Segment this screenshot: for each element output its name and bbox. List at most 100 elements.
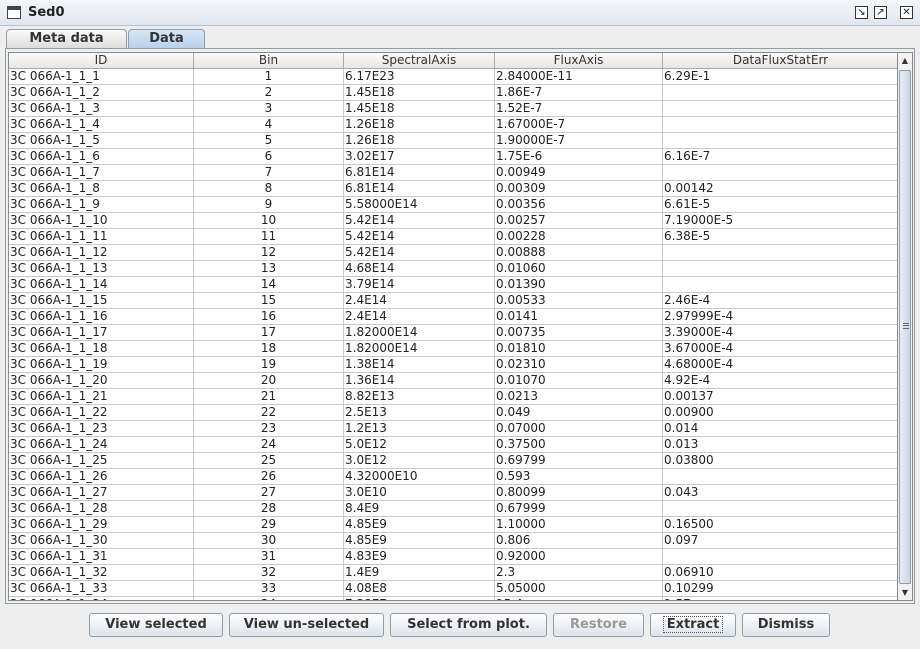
cell-flux-axis[interactable]: 0.80099	[495, 485, 663, 501]
table-row[interactable]: 3C 066A-1_1_34347.38E715.41.57	[9, 597, 897, 600]
table-row[interactable]: 3C 066A-1_1_9 9 5.58000E14 0.00356 6.61E-5	[9, 197, 897, 213]
cell-id[interactable]: 3C 066A-1_1_26	[9, 469, 194, 485]
cell-data-flux-stat-err[interactable]	[663, 245, 897, 261]
cell-id[interactable]: 3C 066A-1_1_9	[9, 197, 194, 213]
cell-data-flux-stat-err[interactable]: 0.00137	[663, 389, 897, 405]
table-row[interactable]: 3C 066A-1_1_22 22 2.5E13 0.049 0.00900	[9, 405, 897, 421]
table-row[interactable]: 3C 066A-1_1_28 28 8.4E9 0.67999	[9, 501, 897, 517]
cell-data-flux-stat-err[interactable]	[663, 261, 897, 277]
cell-flux-axis[interactable]: 0.01390	[495, 277, 663, 293]
cell-spectral-axis[interactable]: 5.42E14	[344, 245, 495, 261]
cell-spectral-axis[interactable]: 8.82E13	[344, 389, 495, 405]
cell-flux-axis[interactable]: 0.37500	[495, 437, 663, 453]
cell-flux-axis[interactable]: 0.00949	[495, 165, 663, 181]
cell-flux-axis[interactable]: 0.00888	[495, 245, 663, 261]
cell-spectral-axis[interactable]: 4.83E9	[344, 549, 495, 565]
cell-data-flux-stat-err[interactable]	[663, 549, 897, 565]
cell-spectral-axis[interactable]: 1.45E18	[344, 101, 495, 117]
table-row[interactable]: 3C 066A-1_1_25 25 3.0E12 0.69799 0.03800	[9, 453, 897, 469]
dismiss-button[interactable]: Dismiss	[742, 613, 830, 637]
cell-id[interactable]: 3C 066A-1_1_29	[9, 517, 194, 533]
cell-bin[interactable]: 28	[194, 501, 344, 517]
view-unselected-button[interactable]: View un-selected	[229, 613, 384, 637]
table-row[interactable]: 3C 066A-1_1_24 24 5.0E12 0.37500 0.013	[9, 437, 897, 453]
cell-flux-axis[interactable]: 0.593	[495, 469, 663, 485]
cell-data-flux-stat-err[interactable]	[663, 469, 897, 485]
table-row[interactable]: 3C 066A-1_1_30 30 4.85E9 0.806 0.097	[9, 533, 897, 549]
cell-flux-axis[interactable]: 0.01060	[495, 261, 663, 277]
cell-data-flux-stat-err[interactable]	[663, 85, 897, 101]
data-table[interactable]: ID Bin SpectralAxis FluxAxis DataFluxSta…	[8, 52, 898, 601]
cell-spectral-axis[interactable]: 1.26E18	[344, 117, 495, 133]
cell-id[interactable]: 3C 066A-1_1_23	[9, 421, 194, 437]
cell-bin[interactable]: 19	[194, 357, 344, 373]
cell-data-flux-stat-err[interactable]: 0.014	[663, 421, 897, 437]
cell-flux-axis[interactable]: 0.02310	[495, 357, 663, 373]
cell-bin[interactable]: 33	[194, 581, 344, 597]
cell-id[interactable]: 3C 066A-1_1_33	[9, 581, 194, 597]
cell-spectral-axis[interactable]: 1.82000E14	[344, 341, 495, 357]
cell-bin[interactable]: 11	[194, 229, 344, 245]
cell-spectral-axis[interactable]: 1.45E18	[344, 85, 495, 101]
cell-bin[interactable]: 2	[194, 85, 344, 101]
cell-bin[interactable]: 4	[194, 117, 344, 133]
cell-spectral-axis[interactable]: 2.5E13	[344, 405, 495, 421]
restore-button[interactable]: Restore	[553, 613, 644, 637]
cell-data-flux-stat-err[interactable]: 0.06910	[663, 565, 897, 581]
cell-bin[interactable]: 18	[194, 341, 344, 357]
cell-data-flux-stat-err[interactable]: 0.00142	[663, 181, 897, 197]
cell-id[interactable]: 3C 066A-1_1_15	[9, 293, 194, 309]
cell-spectral-axis[interactable]: 5.0E12	[344, 437, 495, 453]
cell-data-flux-stat-err[interactable]: 6.16E-7	[663, 149, 897, 165]
cell-id[interactable]: 3C 066A-1_1_18	[9, 341, 194, 357]
cell-spectral-axis[interactable]: 3.0E10	[344, 485, 495, 501]
cell-id[interactable]: 3C 066A-1_1_19	[9, 357, 194, 373]
cell-bin[interactable]: 27	[194, 485, 344, 501]
cell-bin[interactable]: 8	[194, 181, 344, 197]
cell-spectral-axis[interactable]: 4.32000E10	[344, 469, 495, 485]
scroll-down-icon[interactable]: ▼	[898, 586, 912, 600]
table-row[interactable]: 3C 066A-1_1_26 26 4.32000E10 0.593	[9, 469, 897, 485]
cell-spectral-axis[interactable]: 4.08E8	[344, 581, 495, 597]
cell-id[interactable]: 3C 066A-1_1_32	[9, 565, 194, 581]
cell-spectral-axis[interactable]: 4.68E14	[344, 261, 495, 277]
cell-flux-axis[interactable]: 1.67000E-7	[495, 117, 663, 133]
cell-data-flux-stat-err[interactable]: 3.67000E-4	[663, 341, 897, 357]
cell-id[interactable]: 3C 066A-1_1_10	[9, 213, 194, 229]
cell-data-flux-stat-err[interactable]: 0.03800	[663, 453, 897, 469]
cell-data-flux-stat-err[interactable]: 6.29E-1	[663, 69, 897, 85]
table-row[interactable]: 3C 066A-1_1_15 15 2.4E14 0.00533 2.46E-4	[9, 293, 897, 309]
cell-id[interactable]: 3C 066A-1_1_24	[9, 437, 194, 453]
cell-id[interactable]: 3C 066A-1_1_4	[9, 117, 194, 133]
cell-flux-axis[interactable]: 0.01810	[495, 341, 663, 357]
close-icon[interactable]: ✕	[900, 6, 913, 19]
cell-flux-axis[interactable]: 0.00735	[495, 325, 663, 341]
cell-data-flux-stat-err[interactable]: 2.46E-4	[663, 293, 897, 309]
table-row[interactable]: 3C 066A-1_1_23 23 1.2E13 0.07000 0.014	[9, 421, 897, 437]
cell-spectral-axis[interactable]: 5.42E14	[344, 229, 495, 245]
cell-flux-axis[interactable]: 0.00533	[495, 293, 663, 309]
cell-bin[interactable]: 14	[194, 277, 344, 293]
cell-flux-axis[interactable]: 1.75E-6	[495, 149, 663, 165]
cell-data-flux-stat-err[interactable]: 6.61E-5	[663, 197, 897, 213]
cell-id[interactable]: 3C 066A-1_1_8	[9, 181, 194, 197]
column-header-spectral-axis[interactable]: SpectralAxis	[344, 53, 495, 69]
cell-bin[interactable]: 21	[194, 389, 344, 405]
table-row[interactable]: 3C 066A-1_1_21 21 8.82E13 0.0213 0.00137	[9, 389, 897, 405]
cell-bin[interactable]: 20	[194, 373, 344, 389]
cell-data-flux-stat-err[interactable]: 0.10299	[663, 581, 897, 597]
cell-id[interactable]: 3C 066A-1_1_34	[9, 597, 194, 600]
cell-flux-axis[interactable]: 0.0141	[495, 309, 663, 325]
cell-flux-axis[interactable]: 0.00309	[495, 181, 663, 197]
cell-bin[interactable]: 5	[194, 133, 344, 149]
cell-spectral-axis[interactable]: 6.81E14	[344, 181, 495, 197]
cell-spectral-axis[interactable]: 3.0E12	[344, 453, 495, 469]
cell-id[interactable]: 3C 066A-1_1_11	[9, 229, 194, 245]
cell-id[interactable]: 3C 066A-1_1_20	[9, 373, 194, 389]
cell-id[interactable]: 3C 066A-1_1_12	[9, 245, 194, 261]
cell-id[interactable]: 3C 066A-1_1_28	[9, 501, 194, 517]
cell-flux-axis[interactable]: 0.0213	[495, 389, 663, 405]
cell-spectral-axis[interactable]: 1.4E9	[344, 565, 495, 581]
cell-flux-axis[interactable]: 0.07000	[495, 421, 663, 437]
cell-bin[interactable]: 7	[194, 165, 344, 181]
